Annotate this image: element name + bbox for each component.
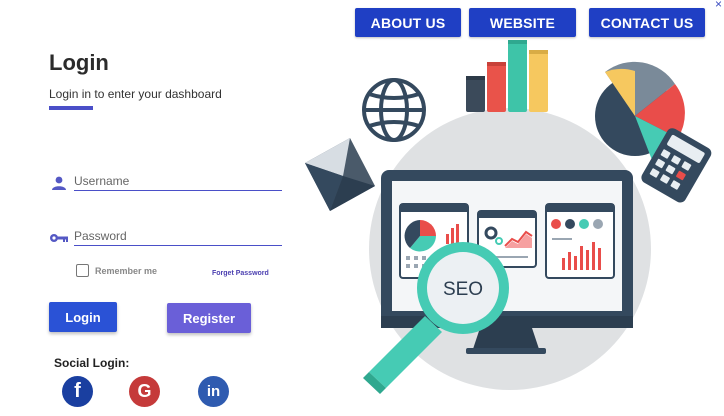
page-title: Login: [49, 50, 109, 75]
linkedin-login-button[interactable]: in: [198, 376, 229, 407]
screen-panel-right: [545, 203, 615, 279]
seo-badge: SEO: [443, 279, 483, 300]
login-button[interactable]: Login: [49, 302, 117, 332]
remember-me[interactable]: Remember me: [76, 264, 157, 277]
facebook-icon: f: [74, 380, 81, 402]
close-icon[interactable]: ×: [715, 0, 722, 11]
password-input[interactable]: [74, 227, 282, 246]
remember-me-label: Remember me: [95, 265, 158, 276]
username-field: [49, 172, 282, 192]
password-field: [49, 227, 282, 247]
bar-chart-icon: [466, 40, 548, 112]
about-us-button[interactable]: ABOUT US: [355, 8, 461, 37]
globe-icon: [362, 78, 426, 142]
google-login-button[interactable]: G: [129, 376, 160, 407]
linkedin-icon: in: [206, 383, 221, 400]
page-subtitle: Login in to enter your dashboard: [49, 87, 222, 101]
username-input[interactable]: [74, 172, 282, 191]
facebook-login-button[interactable]: f: [62, 376, 93, 407]
social-login-title: Social Login:: [54, 356, 130, 370]
remember-me-checkbox[interactable]: [76, 264, 89, 277]
envelope-icon: [305, 138, 375, 211]
forgot-password-link[interactable]: Forget Password: [212, 270, 269, 277]
register-button[interactable]: Register: [167, 303, 251, 333]
seo-illustration: SEO: [305, 40, 712, 394]
contact-us-button[interactable]: CONTACT US: [589, 8, 705, 37]
title-underline: [49, 106, 93, 110]
login-page: × ABOUT US WEBSITE CONTACT US Login Logi…: [0, 0, 724, 416]
user-icon: [52, 176, 66, 190]
website-button[interactable]: WEBSITE: [469, 8, 576, 37]
key-icon: [50, 234, 68, 242]
google-icon: G: [137, 381, 152, 401]
